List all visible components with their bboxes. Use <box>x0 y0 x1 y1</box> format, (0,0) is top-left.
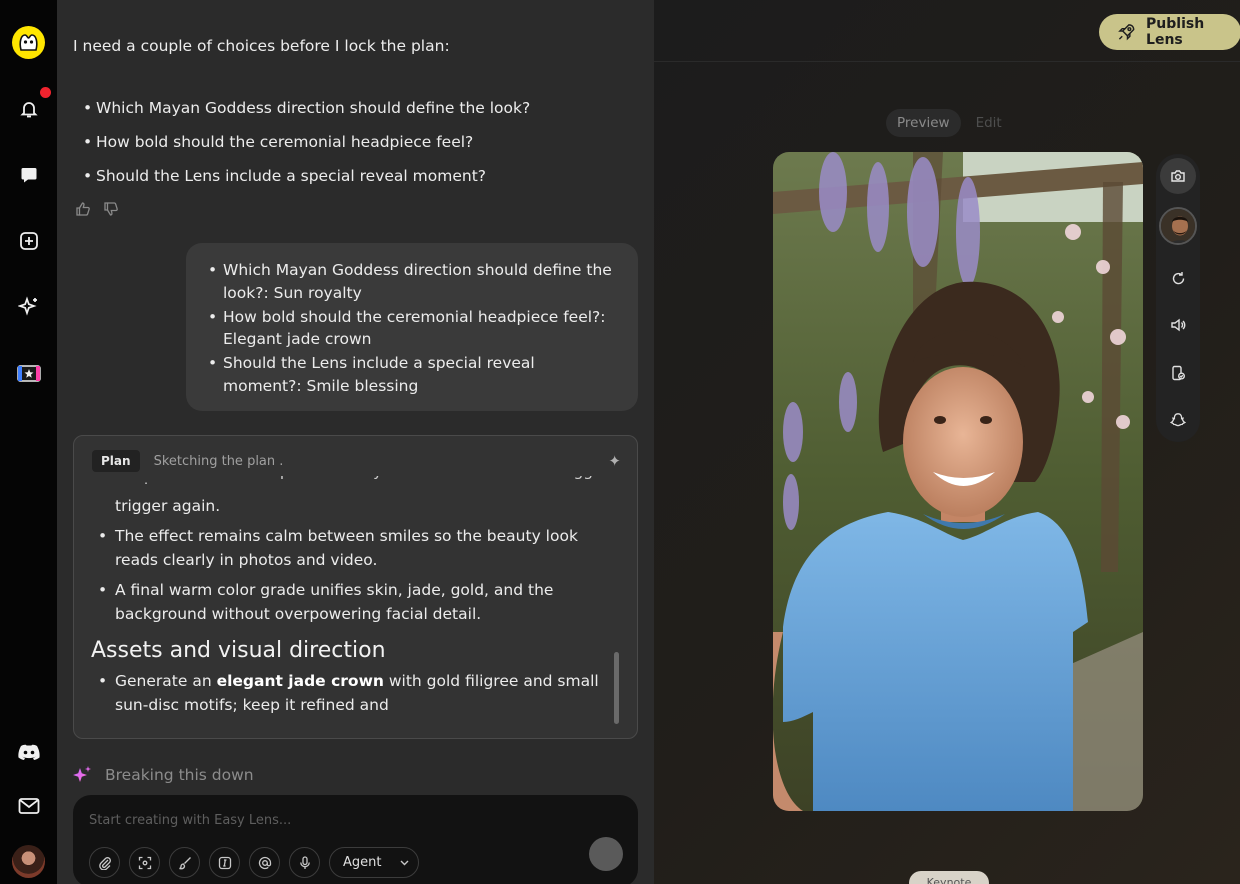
plan-body: Sun-disc reflections sparkle briefly bef… <box>91 476 623 723</box>
mention-icon <box>258 856 271 869</box>
camera-icon <box>1171 170 1185 182</box>
send-button[interactable] <box>589 837 623 871</box>
bell-icon <box>20 102 38 118</box>
chevron-down-icon <box>400 860 409 866</box>
brush-icon <box>178 856 191 869</box>
attach-icon <box>98 856 111 870</box>
refresh-button[interactable] <box>1160 260 1196 296</box>
thumbs-up-icon[interactable] <box>75 201 91 217</box>
chat-icon <box>21 168 37 183</box>
assistant-question: Should the Lens include a special reveal… <box>83 167 530 201</box>
thumbs-down-icon[interactable] <box>103 201 119 217</box>
mode-select[interactable]: Agent <box>329 847 419 878</box>
camera-button[interactable] <box>1160 158 1196 194</box>
thinking-indicator: Breaking this down <box>71 764 254 786</box>
ai-button[interactable] <box>13 291 45 323</box>
plan-status: Sketching the plan . <box>153 453 284 469</box>
plan-header: Plan Sketching the plan . <box>92 450 283 472</box>
prompt-input[interactable] <box>89 813 569 828</box>
assistant-question-list: Which Mayan Goddess direction should def… <box>83 99 530 201</box>
mention-button[interactable] <box>249 847 280 878</box>
user-answer: How bold should the ceremonial headpiece… <box>208 306 618 351</box>
microphone-button[interactable] <box>289 847 320 878</box>
snapchat-ghost-icon <box>1170 413 1186 427</box>
lens-gallery-icon <box>17 365 41 382</box>
tab-edit[interactable]: Edit <box>965 109 1013 137</box>
discord-button[interactable] <box>13 736 45 768</box>
assistant-message-intro: I need a couple of choices before I lock… <box>73 37 450 55</box>
text-box-button[interactable] <box>209 847 240 878</box>
mail-icon <box>18 798 40 814</box>
plan-sparkle-icon[interactable]: ✦ <box>608 452 621 470</box>
user-message-bubble: Which Mayan Goddess direction should def… <box>186 243 638 411</box>
add-square-icon <box>20 232 38 250</box>
profile-avatar[interactable] <box>12 845 45 878</box>
plan-cutoff-line: Sun-disc reflections sparkle briefly bef… <box>98 476 623 484</box>
sidebar <box>0 0 57 884</box>
sparkle-icon <box>18 296 37 316</box>
lenses-button[interactable] <box>13 357 45 389</box>
device-icon <box>1172 365 1185 381</box>
volume-icon <box>1171 318 1186 332</box>
screenshot-icon <box>138 856 151 869</box>
publish-lens-button[interactable]: Publish Lens <box>1099 14 1240 50</box>
lens-preview-image[interactable] <box>773 152 1143 811</box>
preview-tabs: Preview Edit <box>886 109 1013 137</box>
plan-scrollbar[interactable] <box>614 652 619 724</box>
user-answer: Should the Lens include a special reveal… <box>208 352 618 397</box>
easy-lens-logo-icon[interactable] <box>12 26 45 59</box>
plan-card[interactable]: Plan Sketching the plan . ✦ Sun-disc ref… <box>73 435 638 739</box>
brush-button[interactable] <box>169 847 200 878</box>
plan-tag: Plan <box>92 450 140 472</box>
preview-toolbar <box>1156 154 1200 442</box>
preview-panel: Publish Lens Preview Edit Keynote <box>654 0 1240 884</box>
tab-preview[interactable]: Preview <box>886 109 961 137</box>
thinking-text: Breaking this down <box>105 766 254 784</box>
rocket-icon <box>1118 24 1135 41</box>
mail-button[interactable] <box>13 790 45 822</box>
screenshot-button[interactable] <box>129 847 160 878</box>
text-box-icon <box>218 856 231 869</box>
plan-bullet: A final warm color grade unifies skin, j… <box>98 578 623 626</box>
messages-button[interactable] <box>13 159 45 191</box>
publish-lens-label: Publish Lens <box>1146 16 1205 48</box>
model-avatar[interactable] <box>1159 207 1197 245</box>
volume-button[interactable] <box>1160 307 1196 343</box>
plan-asset-bullet: Generate an elegant jade crown with gold… <box>98 669 623 717</box>
keynote-label[interactable]: Keynote <box>909 871 989 884</box>
create-button[interactable] <box>13 225 45 257</box>
plan-bullet: The effect remains calm between smiles s… <box>98 524 623 572</box>
device-button[interactable] <box>1160 355 1196 391</box>
discord-icon <box>18 744 40 760</box>
refresh-icon <box>1172 271 1184 284</box>
notifications-button[interactable] <box>13 93 45 125</box>
notification-badge <box>40 87 51 98</box>
microphone-icon <box>299 855 310 869</box>
composer: Agent <box>73 795 638 884</box>
attach-button[interactable] <box>89 847 120 878</box>
assistant-question: How bold should the ceremonial headpiece… <box>83 133 530 167</box>
sparkle-icon <box>73 766 91 782</box>
plan-continued-text: trigger again. <box>115 497 221 515</box>
assistant-question: Which Mayan Goddess direction should def… <box>83 99 530 133</box>
user-answer: Which Mayan Goddess direction should def… <box>208 259 618 304</box>
chat-panel: I need a couple of choices before I lock… <box>57 0 654 884</box>
snapchat-button[interactable] <box>1160 402 1196 438</box>
plan-section-heading: Assets and visual direction <box>91 638 386 663</box>
mode-select-value: Agent <box>343 855 382 870</box>
